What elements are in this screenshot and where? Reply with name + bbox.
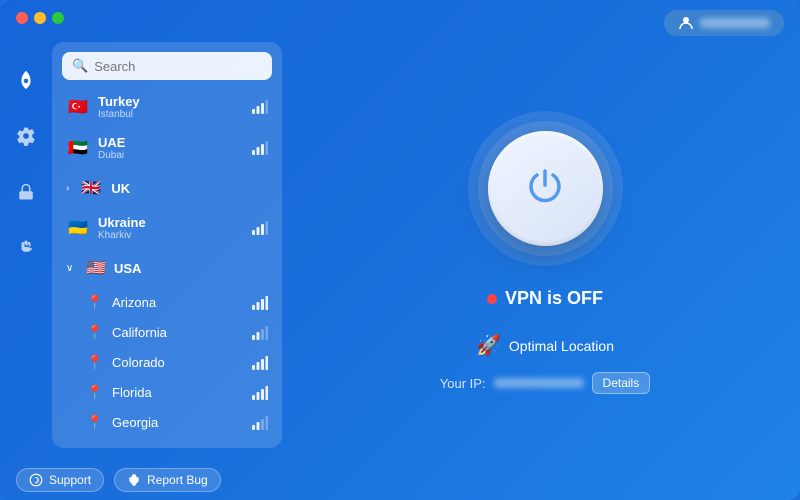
server-info-uae: UAE Dubai: [98, 135, 244, 161]
search-icon: 🔍: [72, 58, 88, 74]
power-button[interactable]: [488, 131, 603, 246]
server-item-usa[interactable]: ∨ 🇺🇸 USA: [56, 249, 278, 287]
sidebar-icons: [0, 42, 52, 460]
flag-uk: 🇬🇧: [79, 176, 103, 200]
list-item-georgia[interactable]: 📍 Georgia: [56, 408, 278, 437]
location-name-florida: Florida: [112, 385, 244, 400]
sidebar-item-connections[interactable]: [8, 62, 44, 98]
sidebar-item-settings[interactable]: [8, 118, 44, 154]
pin-icon: 📍: [86, 354, 104, 371]
server-info-uk: UK: [111, 181, 268, 196]
traffic-lights: [16, 12, 64, 24]
server-info-turkey: Turkey Istanbul: [98, 94, 244, 120]
signal-florida: [252, 386, 268, 400]
list-item-california[interactable]: 📍 California: [56, 318, 278, 347]
support-icon: [29, 473, 43, 487]
user-account-button[interactable]: [664, 10, 784, 36]
server-item-uk[interactable]: › 🇬🇧 UK: [56, 169, 278, 207]
support-button[interactable]: Support: [16, 468, 104, 492]
server-name-uk: UK: [111, 181, 268, 196]
vpn-status: VPN is OFF: [487, 288, 603, 309]
signal-arizona: [252, 296, 268, 310]
server-name-ukraine: Ukraine: [98, 215, 244, 230]
title-bar: [0, 0, 800, 42]
signal-california: [252, 326, 268, 340]
signal-turkey: [252, 100, 268, 114]
signal-uae: [252, 141, 268, 155]
server-item-ukraine[interactable]: 🇺🇦 Ukraine Kharkiv: [56, 208, 278, 248]
details-button[interactable]: Details: [592, 372, 651, 394]
rocket-icon: [15, 69, 37, 91]
signal-colorado: [252, 356, 268, 370]
server-list: 🇹🇷 Turkey Istanbul: [52, 86, 282, 448]
pin-icon: 📍: [86, 294, 104, 311]
server-city-turkey: Istanbul: [98, 109, 244, 120]
server-item-turkey[interactable]: 🇹🇷 Turkey Istanbul: [56, 87, 278, 127]
power-button-container: [465, 108, 625, 268]
settings-icon: [16, 126, 36, 146]
maximize-button[interactable]: [52, 12, 64, 24]
bottom-bar: Support Report Bug: [0, 460, 800, 500]
sidebar-item-security[interactable]: [8, 174, 44, 210]
server-item-uae[interactable]: 🇦🇪 UAE Dubai: [56, 128, 278, 168]
usa-subitems: 📍 Arizona 📍 Cali: [52, 288, 282, 437]
bug-icon: [127, 473, 141, 487]
list-item-colorado[interactable]: 📍 Colorado: [56, 348, 278, 377]
list-item-florida[interactable]: 📍 Florida: [56, 378, 278, 407]
vpn-status-text: VPN is OFF: [505, 288, 603, 309]
flag-usa: 🇺🇸: [84, 256, 108, 280]
report-bug-button[interactable]: Report Bug: [114, 468, 221, 492]
flag-turkey: 🇹🇷: [66, 95, 90, 119]
support-label: Support: [49, 473, 91, 487]
app-window: 🔍 🇹🇷 Turkey Istanbul: [0, 0, 800, 500]
close-button[interactable]: [16, 12, 28, 24]
lock-icon: [17, 182, 35, 202]
server-name-usa: USA: [114, 261, 141, 276]
report-bug-label: Report Bug: [147, 473, 208, 487]
list-item-arizona[interactable]: 📍 Arizona: [56, 288, 278, 317]
optimal-rocket-icon: 🚀: [476, 333, 501, 358]
location-name-colorado: Colorado: [112, 355, 244, 370]
server-city-uae: Dubai: [98, 150, 244, 161]
ip-row: Your IP: Details: [440, 372, 650, 394]
right-panel: VPN is OFF 🚀 Optimal Location Your IP: D…: [290, 42, 800, 460]
search-input[interactable]: [94, 59, 262, 74]
chevron-down-icon: ∨: [66, 263, 78, 274]
ip-label: Your IP:: [440, 376, 486, 391]
search-box: 🔍: [62, 52, 272, 80]
flag-ukraine: 🇺🇦: [66, 216, 90, 240]
optimal-text: Optimal Location: [509, 338, 614, 354]
server-name-uae: UAE: [98, 135, 244, 150]
pin-icon: 📍: [86, 324, 104, 341]
pin-icon: 📍: [86, 384, 104, 401]
minimize-button[interactable]: [34, 12, 46, 24]
location-name-california: California: [112, 325, 244, 340]
hand-icon: [17, 238, 35, 258]
sidebar-item-protection[interactable]: [8, 230, 44, 266]
server-info-ukraine: Ukraine Kharkiv: [98, 215, 244, 241]
server-city-ukraine: Kharkiv: [98, 230, 244, 241]
ip-value-blur: [494, 378, 584, 388]
location-name-arizona: Arizona: [112, 295, 244, 310]
power-icon: [523, 163, 567, 214]
flag-uae: 🇦🇪: [66, 136, 90, 160]
user-icon: [678, 15, 694, 31]
server-panel: 🔍 🇹🇷 Turkey Istanbul: [52, 42, 282, 448]
chevron-right-icon: ›: [66, 183, 69, 194]
main-content: 🔍 🇹🇷 Turkey Istanbul: [0, 42, 800, 460]
signal-ukraine: [252, 221, 268, 235]
optimal-location: 🚀 Optimal Location: [476, 333, 614, 358]
server-name-turkey: Turkey: [98, 94, 244, 109]
location-name-georgia: Georgia: [112, 415, 244, 430]
status-dot-off: [487, 294, 497, 304]
user-name-blur: [700, 18, 770, 28]
pin-icon: 📍: [86, 414, 104, 431]
signal-georgia: [252, 416, 268, 430]
